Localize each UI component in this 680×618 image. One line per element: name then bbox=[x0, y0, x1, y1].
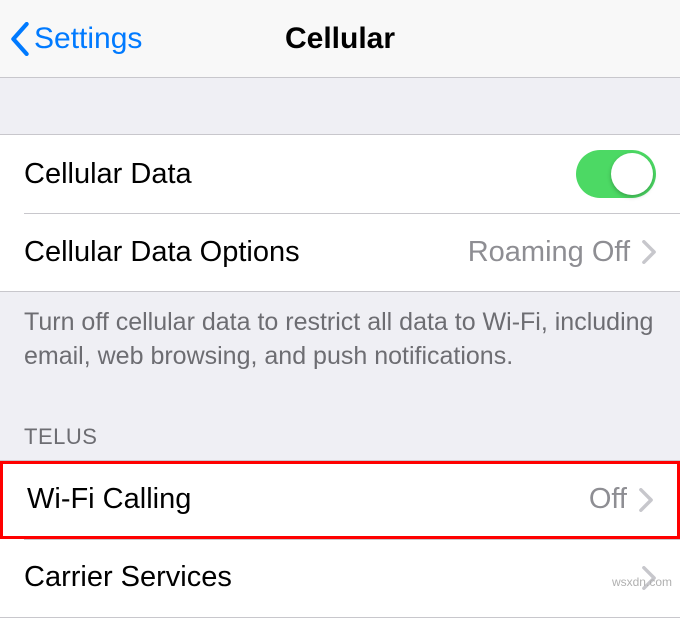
roaming-value: Roaming Off bbox=[468, 236, 630, 269]
cellular-footer-text: Turn off cellular data to restrict all d… bbox=[0, 292, 680, 374]
carrier-services-row[interactable]: Carrier Services bbox=[0, 539, 680, 617]
carrier-list: Wi-Fi Calling Off Carrier Services bbox=[0, 460, 680, 618]
chevron-left-icon bbox=[10, 22, 30, 56]
back-label: Settings bbox=[34, 22, 142, 56]
page-title: Cellular bbox=[285, 22, 395, 56]
cellular-data-toggle[interactable] bbox=[576, 150, 656, 198]
back-button[interactable]: Settings bbox=[0, 22, 142, 56]
cellular-data-row[interactable]: Cellular Data bbox=[0, 135, 680, 213]
row-right: Roaming Off bbox=[468, 236, 656, 269]
row-right: Off bbox=[589, 483, 653, 516]
carrier-services-label: Carrier Services bbox=[24, 561, 232, 594]
chevron-right-icon bbox=[642, 240, 656, 264]
cellular-data-options-label: Cellular Data Options bbox=[24, 236, 300, 269]
watermark: wsxdn.com bbox=[612, 575, 672, 589]
wifi-calling-label: Wi-Fi Calling bbox=[27, 483, 191, 516]
cellular-data-label: Cellular Data bbox=[24, 158, 192, 191]
toggle-knob bbox=[611, 153, 653, 195]
cellular-data-options-row[interactable]: Cellular Data Options Roaming Off bbox=[0, 213, 680, 291]
carrier-section-header: TELUS bbox=[0, 374, 680, 460]
cellular-list: Cellular Data Cellular Data Options Roam… bbox=[0, 134, 680, 292]
wifi-calling-value: Off bbox=[589, 483, 627, 516]
navigation-bar: Settings Cellular bbox=[0, 0, 680, 78]
wifi-calling-row[interactable]: Wi-Fi Calling Off bbox=[0, 461, 680, 539]
chevron-right-icon bbox=[639, 488, 653, 512]
spacer bbox=[0, 78, 680, 134]
